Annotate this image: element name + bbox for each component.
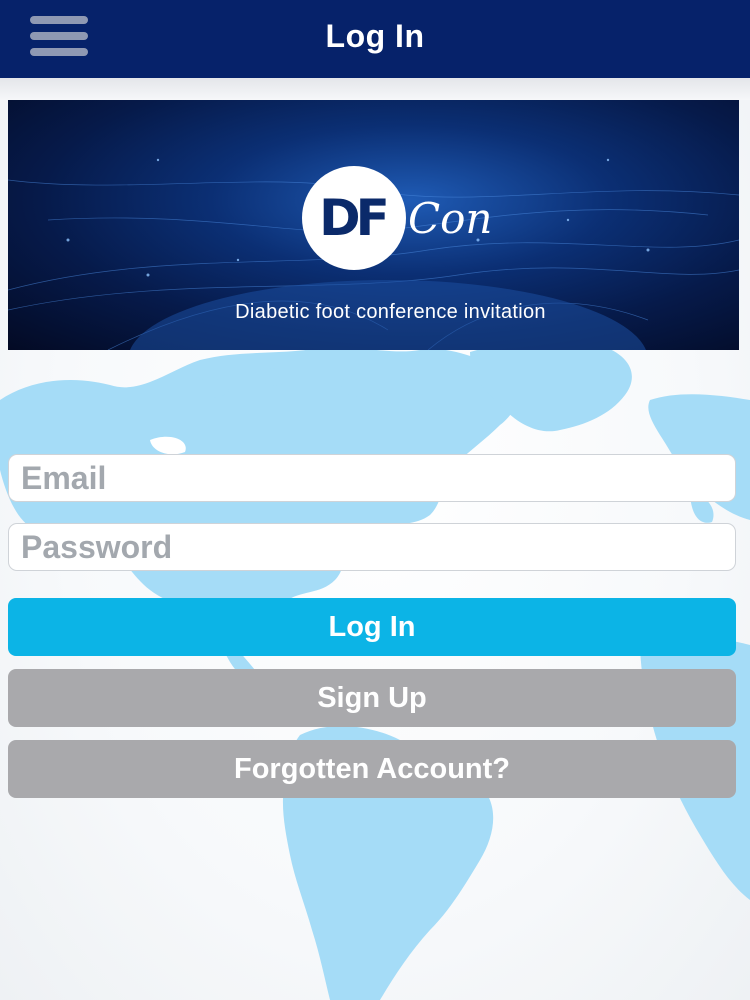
forgotten-account-button[interactable]: Forgotten Account? — [8, 740, 736, 798]
app-screen: Log In DF Con Diabetic foot conference i… — [0, 0, 750, 1000]
signup-button[interactable]: Sign Up — [8, 669, 736, 727]
password-input[interactable] — [9, 524, 735, 570]
banner-tagline: Diabetic foot conference invitation — [235, 301, 546, 323]
login-button[interactable]: Log In — [8, 598, 736, 656]
page-title: Log In — [325, 18, 425, 54]
header-shadow — [0, 78, 750, 100]
password-field[interactable] — [8, 523, 736, 571]
email-input[interactable] — [9, 455, 735, 501]
top-app-bar: Log In — [0, 0, 750, 78]
email-field[interactable] — [8, 454, 736, 502]
logo-suffix: Con — [408, 194, 493, 243]
logo-initials: DF — [319, 189, 390, 247]
dfcon-logo-badge: DF — [302, 166, 406, 270]
